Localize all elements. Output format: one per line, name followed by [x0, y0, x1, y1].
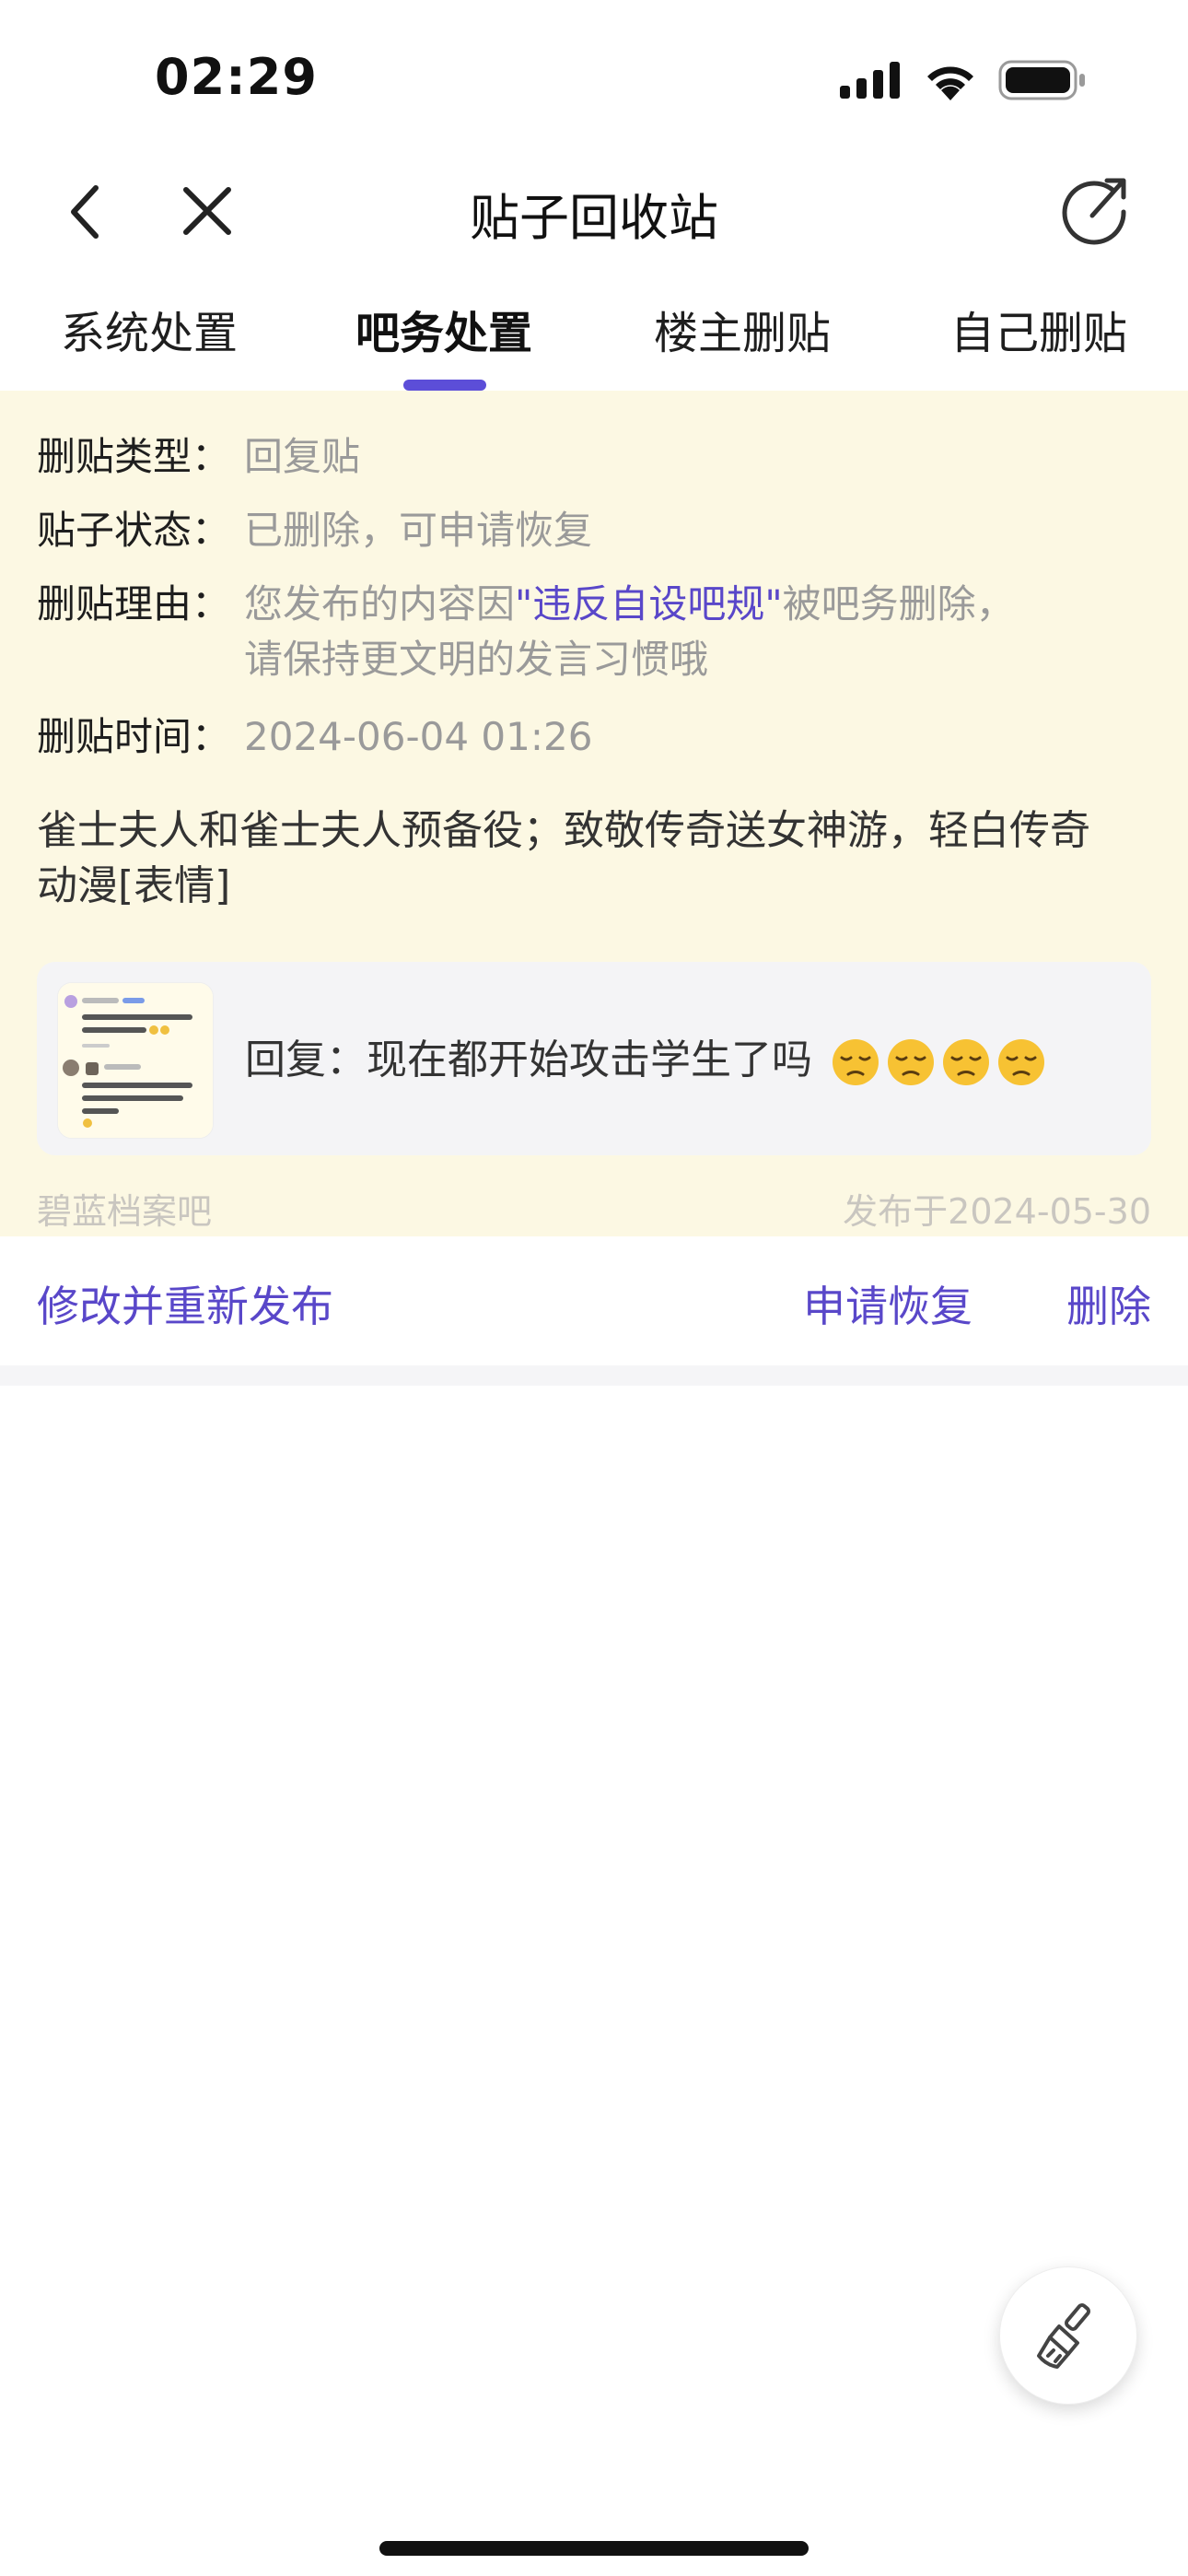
publish-date: 发布于2024-05-30 [843, 1191, 1151, 1232]
delete-type-label: 删贴类型： [37, 434, 231, 479]
delete-button[interactable]: 删除 [1066, 1273, 1151, 1334]
reason-suffix: 被吧务删除， [782, 581, 1015, 626]
clean-button[interactable] [999, 2266, 1137, 2405]
pensive-emoji-icon [888, 1039, 934, 1085]
action-bar: 修改并重新发布 申请恢复 删除 [0, 1236, 1188, 1365]
broom-icon [1037, 2303, 1090, 2369]
delete-time-value: 2024-06-04 01:26 [244, 714, 593, 759]
edit-republish-button[interactable]: 修改并重新发布 [37, 1273, 333, 1334]
post-status-label: 贴子状态： [37, 508, 231, 553]
quoted-reply-text: 回复：现在都开始攻击学生了吗 [245, 1026, 1046, 1087]
delete-reason-row: 删贴理由： 您发布的内容因"违反自设吧规"被吧务删除， 请保持更文明的发言习惯哦 [37, 577, 1015, 687]
delete-time-label: 删贴时间： [37, 714, 231, 759]
section-divider [0, 1365, 1188, 1386]
thumbnail-image [58, 983, 213, 1138]
status-bar: 02:29 [0, 0, 1188, 157]
status-icons [840, 57, 1087, 103]
share-icon [1062, 178, 1126, 245]
post-status-row: 贴子状态： 已删除，可申请恢复 [37, 503, 592, 558]
home-indicator [379, 2541, 809, 2556]
reason-prefix: 您发布的内容因 [244, 581, 516, 626]
pensive-emoji-icon [943, 1039, 989, 1085]
wifi-icon [927, 66, 973, 100]
tab-system[interactable]: 系统处置 [39, 297, 260, 361]
forum-name[interactable]: 碧蓝档案吧 [37, 1183, 212, 1234]
navigation-bar: 贴子回收站 [0, 157, 1188, 267]
active-tab-indicator [403, 380, 486, 391]
reason-rule-link[interactable]: "违反自设吧规" [515, 581, 783, 626]
post-content-line2: 动漫[表情] [37, 862, 231, 909]
delete-type-row: 删贴类型： 回复贴 [37, 429, 360, 485]
delete-reason-label: 删贴理由： [37, 581, 231, 626]
reason-line2: 请保持更文明的发言习惯哦 [244, 637, 709, 682]
post-content: 雀士夫人和雀士夫人预备役；致敬传奇送女神游，轻白传奇 动漫[表情] [37, 803, 1142, 914]
tab-owner[interactable]: 楼主删贴 [632, 297, 853, 361]
tab-admin[interactable]: 吧务处置 [333, 297, 554, 361]
post-status-value: 已删除，可申请恢复 [244, 508, 593, 553]
page-title: 贴子回收站 [470, 189, 718, 247]
tab-self[interactable]: 自己删贴 [928, 297, 1149, 361]
battery-icon [998, 60, 1085, 100]
pensive-emoji-icon [833, 1039, 879, 1085]
post-content-line1: 雀士夫人和雀士夫人预备役；致敬传奇送女神游，轻白传奇 [37, 807, 1090, 854]
share-button[interactable] [1055, 170, 1133, 247]
delete-type-value: 回复贴 [244, 434, 361, 479]
status-time: 02:29 [155, 48, 318, 106]
tab-bar: 系统处置 吧务处置 楼主删贴 自己删贴 [0, 287, 1188, 391]
delete-reason-value: 您发布的内容因"违反自设吧规"被吧务删除， 请保持更文明的发言习惯哦 [244, 577, 1015, 687]
pensive-emoji-icon [998, 1039, 1044, 1085]
signal-icon [840, 62, 900, 99]
restore-button[interactable]: 申请恢复 [803, 1273, 973, 1334]
quoted-reply-label: 回复：现在都开始攻击学生了吗 [245, 1036, 812, 1083]
reply-thumbnail[interactable] [57, 982, 214, 1139]
deleted-post-card: 删贴类型： 回复贴 贴子状态： 已删除，可申请恢复 删贴理由： 您发布的内容因"… [0, 391, 1188, 1236]
quoted-reply[interactable]: 回复：现在都开始攻击学生了吗 [37, 962, 1151, 1155]
delete-time-row: 删贴时间： 2024-06-04 01:26 [37, 709, 592, 765]
